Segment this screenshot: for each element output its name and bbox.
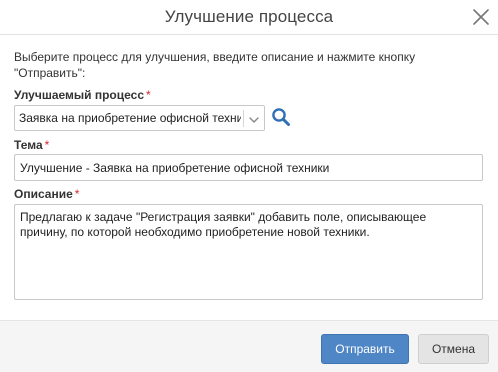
instruction-block: Выберите процесс для улучшения, введите … bbox=[14, 49, 484, 81]
topic-label-row: Тема * bbox=[14, 138, 49, 152]
cancel-button[interactable]: Отмена bbox=[418, 334, 489, 364]
process-label-row: Улучшаемый процесс * bbox=[14, 88, 151, 102]
process-select[interactable]: Заявка на приобретение офисной техники bbox=[14, 105, 265, 131]
process-select-value: Заявка на приобретение офисной техники bbox=[19, 111, 241, 125]
process-label: Улучшаемый процесс bbox=[14, 88, 144, 102]
select-divider bbox=[243, 110, 244, 127]
search-icon[interactable] bbox=[271, 107, 291, 127]
improve-process-dialog: Улучшение процесса Выберите процесс для … bbox=[0, 0, 498, 372]
close-icon[interactable] bbox=[471, 7, 491, 27]
chevron-down-icon[interactable] bbox=[248, 113, 260, 125]
description-label-row: Описание * bbox=[14, 187, 79, 201]
required-mark: * bbox=[146, 88, 151, 102]
submit-button[interactable]: Отправить bbox=[321, 334, 409, 364]
dialog-title: Улучшение процесса bbox=[164, 7, 334, 26]
required-mark: * bbox=[44, 138, 50, 152]
required-mark: * bbox=[74, 187, 80, 201]
description-textarea[interactable]: Предлагаю к задаче "Регистрация заявки" … bbox=[14, 204, 483, 300]
topic-input[interactable] bbox=[14, 154, 483, 181]
description-label: Описание bbox=[14, 187, 73, 201]
topic-label: Тема bbox=[14, 138, 43, 152]
dialog-footer: Отправить Отмена bbox=[0, 320, 498, 372]
instruction-text: Выберите процесс для улучшения, введите … bbox=[14, 50, 416, 80]
dialog-header: Улучшение процесса bbox=[0, 0, 498, 35]
